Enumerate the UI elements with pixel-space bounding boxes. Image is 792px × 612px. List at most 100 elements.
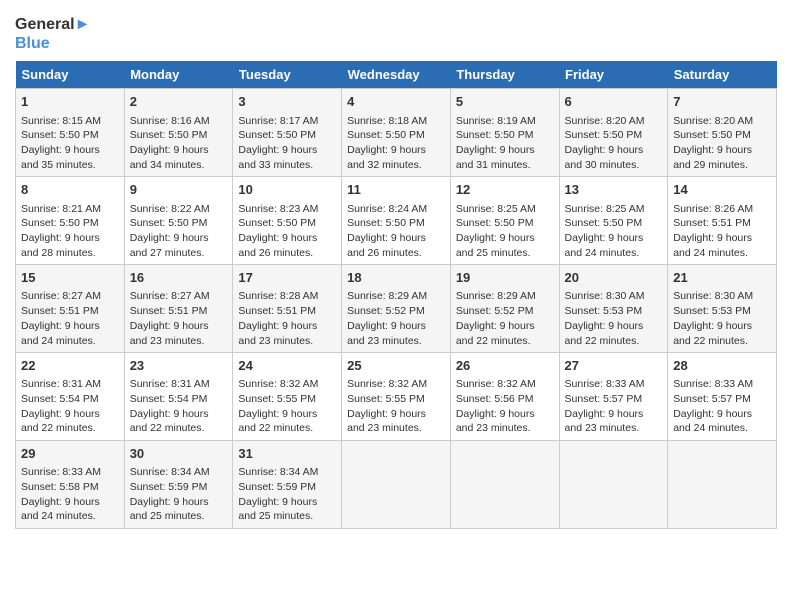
day-number: 18 (347, 269, 445, 287)
header: General► Blue (15, 10, 777, 53)
table-cell: 10Sunrise: 8:23 AMSunset: 5:50 PMDayligh… (233, 177, 342, 265)
day-number: 20 (565, 269, 663, 287)
sunrise-text: Sunrise: 8:32 AM (456, 378, 536, 390)
sunset-text: Sunset: 5:50 PM (238, 129, 316, 141)
table-cell: 12Sunrise: 8:25 AMSunset: 5:50 PMDayligh… (450, 177, 559, 265)
table-cell: 20Sunrise: 8:30 AMSunset: 5:53 PMDayligh… (559, 265, 668, 353)
table-cell: 16Sunrise: 8:27 AMSunset: 5:51 PMDayligh… (124, 265, 233, 353)
day-number: 9 (130, 181, 228, 199)
calendar-table: SundayMondayTuesdayWednesdayThursdayFrid… (15, 61, 777, 529)
daylight-text: Daylight: 9 hoursand 24 minutes. (21, 496, 100, 523)
sunset-text: Sunset: 5:50 PM (347, 217, 425, 229)
day-number: 21 (673, 269, 771, 287)
day-number: 25 (347, 357, 445, 375)
header-wednesday: Wednesday (342, 61, 451, 89)
day-number: 30 (130, 445, 228, 463)
week-row-3: 15Sunrise: 8:27 AMSunset: 5:51 PMDayligh… (16, 265, 777, 353)
sunrise-text: Sunrise: 8:25 AM (565, 203, 645, 215)
table-cell: 2Sunrise: 8:16 AMSunset: 5:50 PMDaylight… (124, 89, 233, 177)
sunrise-text: Sunrise: 8:33 AM (565, 378, 645, 390)
sunrise-text: Sunrise: 8:33 AM (21, 466, 101, 478)
sunset-text: Sunset: 5:51 PM (21, 305, 99, 317)
sunset-text: Sunset: 5:51 PM (238, 305, 316, 317)
sunrise-text: Sunrise: 8:30 AM (565, 290, 645, 302)
sunset-text: Sunset: 5:57 PM (673, 393, 751, 405)
table-cell: 21Sunrise: 8:30 AMSunset: 5:53 PMDayligh… (668, 265, 777, 353)
table-cell: 24 Sunrise: 8:32 AM Sunset: 5:55 PM Dayligh… (233, 353, 342, 441)
week-row-1: 1Sunrise: 8:15 AMSunset: 5:50 PMDaylight… (16, 89, 777, 177)
daylight-text: Daylight: 9 hoursand 23 minutes. (565, 408, 644, 435)
sunrise-text: Sunrise: 8:16 AM (130, 115, 210, 127)
sunrise-text: Sunrise: 8:21 AM (21, 203, 101, 215)
table-cell: 17Sunrise: 8:28 AMSunset: 5:51 PMDayligh… (233, 265, 342, 353)
sunrise-text: Sunrise: 8:26 AM (673, 203, 753, 215)
sunset-text: Sunset: 5:50 PM (347, 129, 425, 141)
week-row-5: 29Sunrise: 8:33 AMSunset: 5:58 PMDayligh… (16, 441, 777, 529)
table-cell: 28Sunrise: 8:33 AMSunset: 5:57 PMDayligh… (668, 353, 777, 441)
daylight-text: Daylight: 9 hoursand 22 minutes. (130, 408, 209, 435)
table-cell: 1Sunrise: 8:15 AMSunset: 5:50 PMDaylight… (16, 89, 125, 177)
week-row-4: 22Sunrise: 8:31 AMSunset: 5:54 PMDayligh… (16, 353, 777, 441)
daylight-text: Daylight: 9 hoursand 24 minutes. (673, 232, 752, 259)
sunrise-text: Sunrise: 8:17 AM (238, 115, 318, 127)
day-number: 1 (21, 93, 119, 111)
sunrise-text: Sunrise: 8:19 AM (456, 115, 536, 127)
day-number: 4 (347, 93, 445, 111)
sunset-text: Sunset: 5:55 PM (347, 393, 425, 405)
day-number: 14 (673, 181, 771, 199)
sunset-text: Sunset: 5:50 PM (456, 129, 534, 141)
sunrise-text: Sunrise: 8:32 AM (238, 378, 318, 390)
table-cell: 27Sunrise: 8:33 AMSunset: 5:57 PMDayligh… (559, 353, 668, 441)
daylight-text: Daylight: 9 hoursand 23 minutes. (130, 320, 209, 347)
header-saturday: Saturday (668, 61, 777, 89)
daylight-text: Daylight: 9 hoursand 22 minutes. (673, 320, 752, 347)
table-cell: 9Sunrise: 8:22 AMSunset: 5:50 PMDaylight… (124, 177, 233, 265)
daylight-text: Daylight: 9 hoursand 22 minutes. (238, 408, 317, 435)
header-friday: Friday (559, 61, 668, 89)
table-cell (559, 441, 668, 529)
header-monday: Monday (124, 61, 233, 89)
sunset-text: Sunset: 5:54 PM (130, 393, 208, 405)
table-cell (668, 441, 777, 529)
sunrise-text: Sunrise: 8:29 AM (456, 290, 536, 302)
day-number: 13 (565, 181, 663, 199)
sunrise-text: Sunrise: 8:24 AM (347, 203, 427, 215)
table-cell: 7Sunrise: 8:20 AMSunset: 5:50 PMDaylight… (668, 89, 777, 177)
day-number: 27 (565, 357, 663, 375)
day-number: 6 (565, 93, 663, 111)
daylight-text: Daylight: 9 hoursand 25 minutes. (238, 496, 317, 523)
header-thursday: Thursday (450, 61, 559, 89)
sunset-text: Sunset: 5:59 PM (238, 481, 316, 493)
sunrise-text: Sunrise: 8:20 AM (673, 115, 753, 127)
day-number: 31 (238, 445, 336, 463)
day-number: 11 (347, 181, 445, 199)
table-cell (450, 441, 559, 529)
day-number: 5 (456, 93, 554, 111)
daylight-text: Daylight: 9 hoursand 34 minutes. (130, 144, 209, 171)
sunrise-text: Sunrise: 8:34 AM (238, 466, 318, 478)
daylight-text: Daylight: 9 hoursand 23 minutes. (238, 320, 317, 347)
day-number: 15 (21, 269, 119, 287)
sunset-text: Sunset: 5:51 PM (130, 305, 208, 317)
sunset-text: Sunset: 5:54 PM (21, 393, 99, 405)
sunset-text: Sunset: 5:55 PM (238, 393, 316, 405)
day-number: 22 (21, 357, 119, 375)
day-number: 29 (21, 445, 119, 463)
sunset-text: Sunset: 5:50 PM (456, 217, 534, 229)
day-number: 8 (21, 181, 119, 199)
sunset-text: Sunset: 5:50 PM (21, 129, 99, 141)
sunset-text: Sunset: 5:52 PM (347, 305, 425, 317)
day-number: 24 (238, 357, 336, 375)
day-number: 16 (130, 269, 228, 287)
sunset-text: Sunset: 5:50 PM (565, 129, 643, 141)
table-cell: 8Sunrise: 8:21 AMSunset: 5:50 PMDaylight… (16, 177, 125, 265)
day-number: 12 (456, 181, 554, 199)
logo: General► Blue (15, 15, 90, 53)
daylight-text: Daylight: 9 hoursand 24 minutes. (565, 232, 644, 259)
day-number: 2 (130, 93, 228, 111)
sunrise-text: Sunrise: 8:29 AM (347, 290, 427, 302)
sunrise-text: Sunrise: 8:25 AM (456, 203, 536, 215)
sunset-text: Sunset: 5:50 PM (238, 217, 316, 229)
daylight-text: Daylight: 9 hoursand 29 minutes. (673, 144, 752, 171)
sunrise-text: Sunrise: 8:33 AM (673, 378, 753, 390)
